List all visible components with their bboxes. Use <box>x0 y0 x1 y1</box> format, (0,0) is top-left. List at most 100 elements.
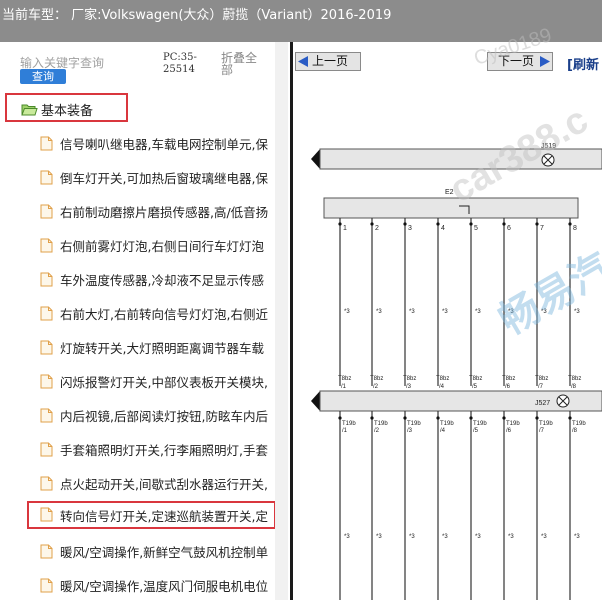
pin-dot <box>370 222 374 226</box>
wire-label: *3 <box>376 534 382 540</box>
wire-label: *3 <box>409 309 415 315</box>
connector-pin: /1 <box>342 428 348 434</box>
connector-pin: /7 <box>539 428 545 434</box>
folder-open-icon <box>21 104 38 116</box>
tree-root-label: 基本装备 <box>41 104 94 119</box>
j519-label: J519 <box>541 143 556 150</box>
connector-label: T19b <box>440 421 454 427</box>
title-bar: 当前车型： 厂家:Volkswagen(大众）蔚揽（Variant）2016-2… <box>0 0 602 42</box>
connector-label: T8bz <box>535 376 548 382</box>
connector-label: T8bz <box>370 376 383 382</box>
document-icon <box>40 306 53 321</box>
tree-item[interactable]: 内后视镜,后部阅读灯按钮,防眩车内后 <box>40 403 274 427</box>
document-icon <box>40 238 53 253</box>
pin-dot <box>370 416 374 420</box>
connector-pin: /5 <box>472 384 478 390</box>
connector-arrow-icon <box>311 149 320 169</box>
tree-item[interactable]: 信号喇叭继电器,车载电网控制单元,保 <box>40 131 274 155</box>
tree-item[interactable]: 倒车灯开关,可加热后窗玻璃继电器,保 <box>40 165 274 189</box>
prev-page-button[interactable]: 上一页 <box>295 52 361 71</box>
tree-scrollbar[interactable] <box>275 42 288 600</box>
refresh-link[interactable]: [刷新 <box>567 54 599 73</box>
tree-item[interactable]: 右前大灯,右前转向信号灯灯泡,右侧近 <box>40 301 274 325</box>
connector-pin: /8 <box>572 428 578 434</box>
wire-label: *3 <box>376 309 382 315</box>
connector-label: T8bz <box>436 376 449 382</box>
tree-item-label: 内后视镜,后部阅读灯按钮,防眩车内后 <box>60 409 268 424</box>
document-icon <box>40 170 53 185</box>
tree-item[interactable]: 车外温度传感器,冷却液不足显示传感 <box>40 267 274 291</box>
pin-number: 6 <box>507 225 511 232</box>
connector-label: T8bz <box>469 376 482 382</box>
tree-item[interactable]: 暖风/空调操作,新鲜空气鼓风机控制单 <box>40 539 274 563</box>
tree-item-label: 闪烁报警灯开关,中部仪表板开关模块, <box>60 375 268 390</box>
next-page-button[interactable]: 下一页 <box>487 52 553 71</box>
tree-item-label: 点火起动开关,间歇式刮水器运行开关, <box>60 477 268 492</box>
tree-item-label: 转向信号灯开关,定速巡航装置开关,定 <box>60 509 268 524</box>
connector-pin: /1 <box>341 384 347 390</box>
j519-box <box>319 148 602 170</box>
tree-item-label: 右侧前雾灯灯泡,右侧日间行车灯灯泡 <box>60 239 264 254</box>
connector-pin: /5 <box>473 428 479 434</box>
connector-pin: /3 <box>407 428 413 434</box>
connector-label: T19b <box>506 421 520 427</box>
tree-item-label: 右前制动磨擦片磨损传感器,高/低音扬 <box>60 205 269 220</box>
wire-label: *3 <box>475 309 481 315</box>
pin-number: 2 <box>375 225 379 232</box>
wire-label: *3 <box>475 534 481 540</box>
tree-item[interactable]: 暖风/空调操作,温度风门伺服电机电位 <box>40 573 274 597</box>
document-icon <box>40 578 53 593</box>
pin-dot <box>436 416 440 420</box>
tree-item-label: 右前大灯,右前转向信号灯灯泡,右侧近 <box>60 307 268 322</box>
connector-pin: /2 <box>374 428 380 434</box>
arrow-left-icon <box>298 56 308 67</box>
connector-pin: /8 <box>571 384 577 390</box>
connector-label: T19b <box>374 421 388 427</box>
pin-dot <box>568 222 572 226</box>
connector-label: T8bz <box>338 376 351 382</box>
tree-item-label: 暖风/空调操作,温度风门伺服电机电位 <box>60 579 269 594</box>
tree-item[interactable]: 转向信号灯开关,定速巡航装置开关,定 <box>27 501 276 529</box>
connector-label: T19b <box>539 421 553 427</box>
tree-item[interactable]: 灯旋转开关,大灯照明距离调节器车载 <box>40 335 274 359</box>
tree-item-label: 手套箱照明灯开关,行李厢照明灯,手套 <box>60 443 268 458</box>
collapse-all-link[interactable]: 折叠全部 <box>221 52 267 76</box>
pin-number: 3 <box>408 225 412 232</box>
pin-dot <box>469 416 473 420</box>
pin-dot <box>469 222 473 226</box>
document-icon <box>40 408 53 423</box>
connector-label: T8bz <box>403 376 416 382</box>
pin-dot <box>535 416 539 420</box>
tree-item[interactable]: 右侧前雾灯灯泡,右侧日间行车灯灯泡 <box>40 233 274 257</box>
wire-label: *3 <box>508 534 514 540</box>
connector-pin: /4 <box>439 384 445 390</box>
tree-item[interactable]: 右前制动磨擦片磨损传感器,高/低音扬 <box>40 199 274 223</box>
document-icon <box>40 136 53 151</box>
tree-item[interactable]: 手套箱照明灯开关,行李厢照明灯,手套 <box>40 437 274 461</box>
document-icon <box>40 340 53 355</box>
pin-dot <box>436 222 440 226</box>
document-icon <box>40 544 53 559</box>
wire-label: *3 <box>344 534 350 540</box>
connector-pin: /6 <box>506 428 512 434</box>
pin-dot <box>338 222 342 226</box>
wire-label: *3 <box>442 309 448 315</box>
pin-dot <box>403 222 407 226</box>
document-icon <box>40 507 53 522</box>
search-button[interactable]: 查询 <box>20 69 66 84</box>
pager-bar: 上一页 下一页 [刷新 <box>293 42 602 76</box>
j527-label: J527 <box>535 400 550 407</box>
connector-label: T8bz <box>502 376 515 382</box>
tree-item[interactable]: 闪烁报警灯开关,中部仪表板开关模块, <box>40 369 274 393</box>
connector-pin: /7 <box>538 384 544 390</box>
tree-item[interactable]: 点火起动开关,间歇式刮水器运行开关, <box>40 471 274 495</box>
connector-label: T19b <box>407 421 421 427</box>
wire-label: *3 <box>574 534 580 540</box>
wire-label: *3 <box>508 309 514 315</box>
pin-dot <box>502 222 506 226</box>
tree-root-basic-equipment[interactable]: 基本装备 <box>5 93 128 122</box>
tree-item-label: 信号喇叭继电器,车载电网控制单元,保 <box>60 137 268 152</box>
wire-label: *3 <box>541 309 547 315</box>
connector-pin: /4 <box>440 428 446 434</box>
tree-item-label: 车外温度传感器,冷却液不足显示传感 <box>60 273 264 288</box>
